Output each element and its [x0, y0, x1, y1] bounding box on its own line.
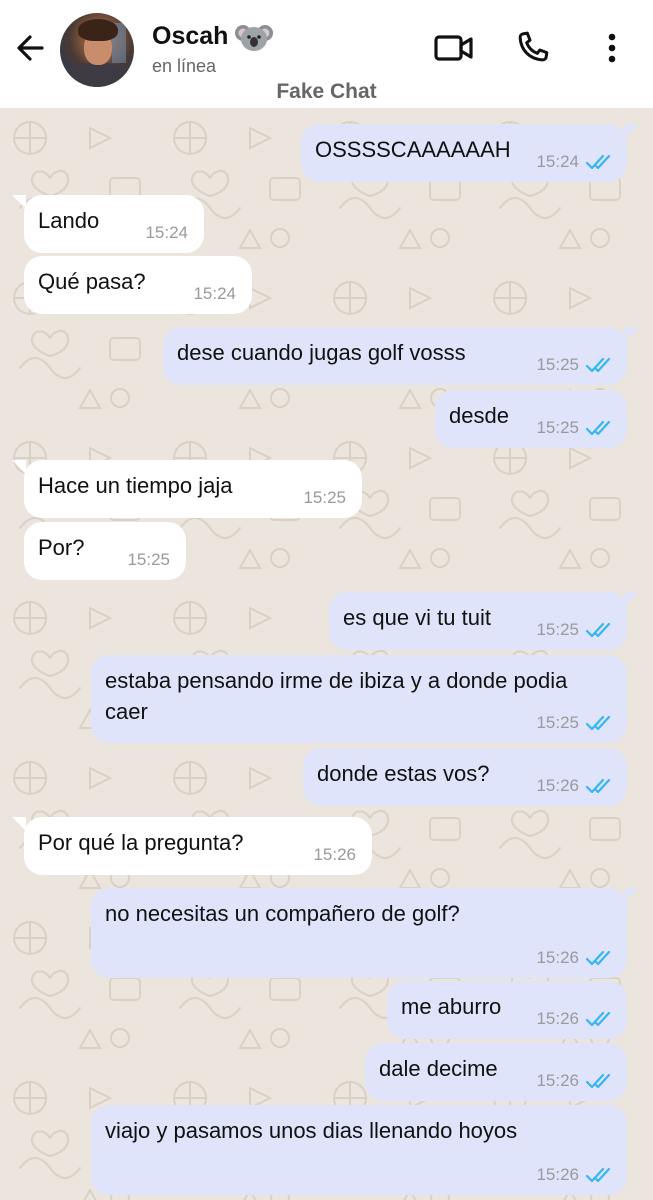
message-meta: 15:26 — [536, 1071, 613, 1091]
outgoing-message[interactable]: dale decime 15:26 — [365, 1043, 627, 1101]
read-ticks-icon — [585, 1073, 611, 1089]
outgoing-message[interactable]: estaba pensando irme de ibiza y a donde … — [91, 655, 627, 743]
message-time: 15:24 — [145, 223, 188, 242]
fake-chat-watermark: Fake Chat — [276, 80, 377, 103]
message-time: 15:25 — [536, 418, 579, 437]
message-time: 15:26 — [536, 1071, 579, 1090]
read-ticks-icon — [585, 420, 611, 436]
message-meta: 15:24 — [145, 223, 188, 243]
incoming-message[interactable]: Qué pasa? 15:24 — [24, 256, 252, 314]
video-camera-icon[interactable] — [432, 30, 476, 66]
read-ticks-icon — [585, 357, 611, 373]
bubble-tail — [12, 460, 26, 474]
incoming-message[interactable]: Hace un tiempo jaja 15:25 — [12, 460, 362, 518]
message-meta: 15:26 — [536, 1009, 613, 1029]
outgoing-message[interactable]: me aburro 15:26 — [387, 981, 627, 1039]
message-text: viajo y pasamos unos dias llenando hoyos — [105, 1118, 518, 1143]
message-time: 15:26 — [313, 845, 356, 864]
message-meta: 15:25 — [303, 488, 346, 508]
message-time: 15:24 — [536, 152, 579, 171]
bubble-tail — [12, 195, 26, 209]
message-time: 15:26 — [536, 948, 579, 967]
phone-icon[interactable] — [512, 28, 552, 68]
message-time: 15:25 — [303, 488, 346, 507]
read-ticks-icon — [585, 715, 611, 731]
message-time: 15:25 — [536, 355, 579, 374]
outgoing-message[interactable]: es que vi tu tuit 15:25 — [329, 592, 639, 650]
outgoing-message[interactable]: dese cuando jugas golf vosss 15:25 — [163, 327, 639, 385]
message-meta: 15:24 — [193, 284, 236, 304]
message-meta: 15:26 — [536, 1165, 613, 1185]
read-ticks-icon — [585, 1011, 611, 1027]
outgoing-message[interactable]: donde estas vos? 15:26 — [303, 748, 627, 806]
bubble-tail — [625, 327, 639, 341]
contact-name[interactable]: Oscah — [152, 22, 228, 51]
read-ticks-icon — [585, 778, 611, 794]
back-arrow-icon[interactable] — [12, 30, 48, 66]
message-meta: 15:25 — [536, 355, 613, 375]
incoming-message[interactable]: Por? 15:25 — [24, 522, 186, 580]
message-time: 15:25 — [536, 713, 579, 732]
message-text: no necesitas un compañero de golf? — [105, 901, 460, 926]
outgoing-message[interactable]: viajo y pasamos unos dias llenando hoyos… — [91, 1105, 627, 1195]
message-text: Por qué la pregunta? — [38, 830, 244, 855]
message-meta: 15:26 — [536, 948, 613, 968]
message-time: 15:25 — [536, 620, 579, 639]
message-meta: 15:25 — [127, 550, 170, 570]
bubble-tail — [12, 817, 26, 831]
read-ticks-icon — [585, 154, 611, 170]
bubble-tail — [625, 888, 639, 902]
read-ticks-icon — [585, 1167, 611, 1183]
more-vert-icon[interactable] — [598, 28, 626, 68]
message-time: 15:26 — [536, 776, 579, 795]
bubble-tail — [625, 124, 639, 138]
presence-status: en línea — [152, 56, 217, 76]
message-meta: 15:25 — [536, 418, 613, 438]
bubble-tail — [625, 592, 639, 606]
message-time: 15:25 — [127, 550, 170, 569]
message-meta: 15:26 — [313, 845, 356, 865]
read-ticks-icon — [585, 622, 611, 638]
koala-emoji-icon — [234, 22, 274, 52]
incoming-message[interactable]: Por qué la pregunta? 15:26 — [12, 817, 372, 875]
message-time: 15:26 — [536, 1165, 579, 1184]
avatar[interactable] — [60, 13, 134, 87]
message-text: Hace un tiempo jaja — [38, 473, 233, 498]
outgoing-message[interactable]: OSSSSCAAAAAAH 15:24 — [301, 124, 639, 182]
message-meta: 15:24 — [536, 152, 613, 172]
outgoing-message[interactable]: desde 15:25 — [435, 390, 627, 448]
message-meta: 15:25 — [536, 620, 613, 640]
outgoing-message[interactable]: no necesitas un compañero de golf? 15:26 — [91, 888, 639, 978]
message-time: 15:26 — [536, 1009, 579, 1028]
message-time: 15:24 — [193, 284, 236, 303]
read-ticks-icon — [585, 950, 611, 966]
message-meta: 15:25 — [536, 713, 613, 733]
incoming-message[interactable]: Lando 15:24 — [12, 195, 204, 253]
chat-area[interactable]: OSSSSCAAAAAAH 15:24 Lando 15:24 Qué pasa? 15:… — [0, 108, 653, 1200]
message-meta: 15:26 — [536, 776, 613, 796]
